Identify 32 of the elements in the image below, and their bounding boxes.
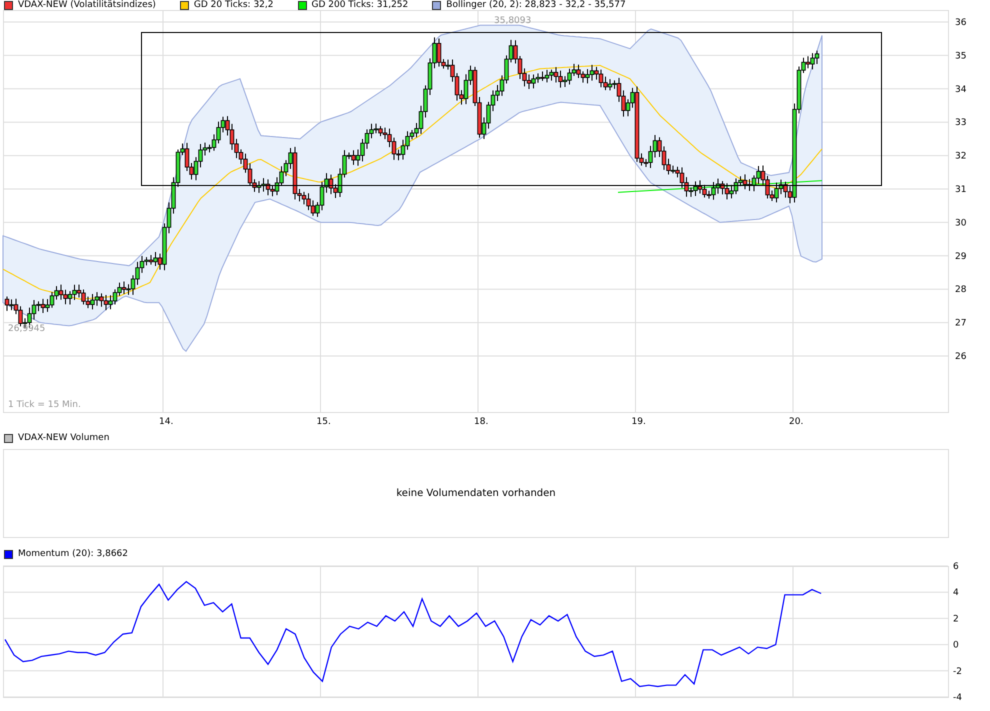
axis-label: 33: [955, 118, 966, 128]
axis-label: 34: [955, 84, 966, 95]
legend-label: Momentum (20): 3,8662: [18, 549, 128, 559]
axis-label: 29: [955, 252, 966, 262]
axis-label: 31: [955, 185, 966, 195]
axis-label: 36: [955, 18, 966, 28]
legend-label: GD 200 Ticks: 31,252: [312, 0, 408, 10]
legend-label: Bollinger (20, 2): 28,823 - 32,2 - 35,577: [446, 0, 626, 10]
axis-label: 2: [953, 614, 959, 624]
axis-label: 20.: [789, 417, 804, 427]
axis-label: -4: [953, 693, 962, 703]
axis-label: 18.: [474, 417, 488, 427]
axis-label: 30: [955, 218, 966, 228]
high-value-label: 35,8093: [494, 16, 532, 26]
axis-label: 0: [953, 640, 959, 651]
legend-label: VDAX-NEW (Volatilitätsindizes): [18, 0, 156, 10]
tick-interval-note: 1 Tick = 15 Min.: [8, 400, 81, 410]
axis-label: 26: [955, 352, 966, 362]
axis-label: 27: [955, 318, 966, 329]
axis-label: 32: [955, 152, 966, 162]
axis-label: 4: [953, 588, 959, 598]
axis-label: 19.: [632, 417, 646, 427]
axis-label: 15.: [316, 417, 331, 427]
axis-label: 14.: [159, 417, 174, 427]
axis-label: 6: [953, 562, 959, 572]
legend-label: GD 20 Ticks: 32,2: [194, 0, 274, 10]
low-value-label: 26,9945: [8, 324, 46, 334]
axis-label: 28: [955, 285, 966, 296]
axis-label: 35: [955, 51, 966, 62]
axis-label: -2: [953, 666, 962, 677]
legend-label: VDAX-NEW Volumen: [18, 433, 110, 443]
no-data-message: keine Volumendaten vorhanden: [396, 488, 556, 499]
